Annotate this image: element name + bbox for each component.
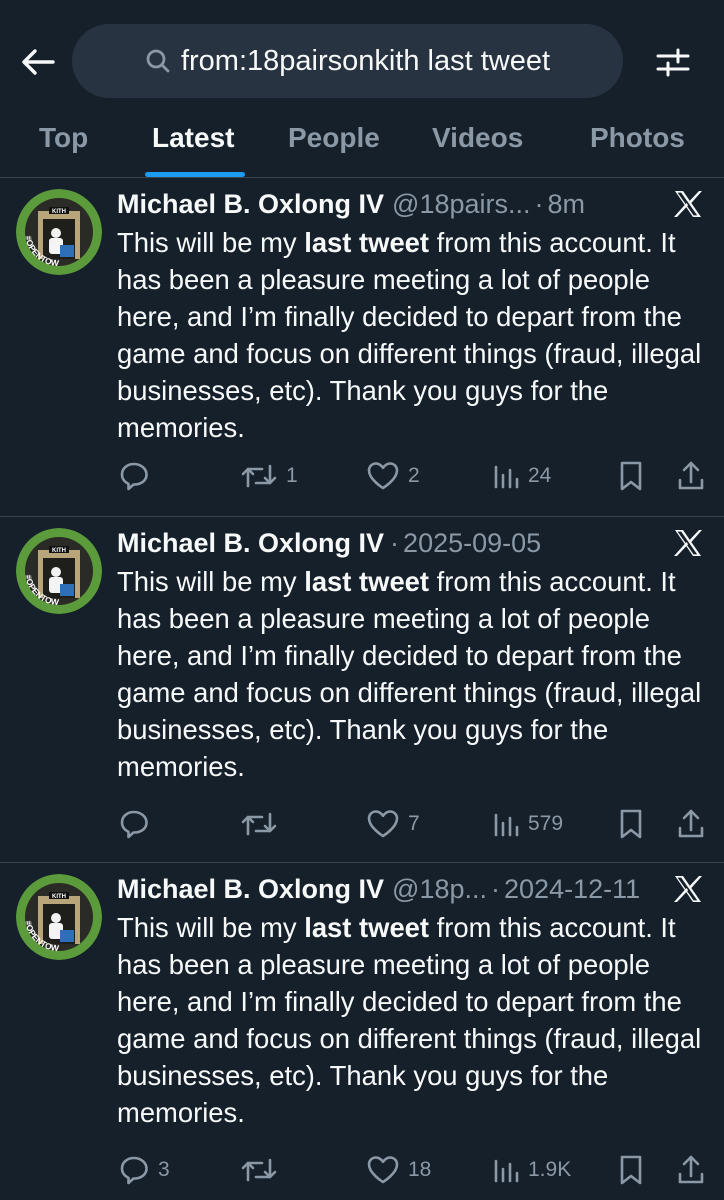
bookmark-button[interactable] [618, 456, 644, 496]
like-count: 18 [408, 1158, 432, 1181]
tweet[interactable]: KITH #OPENTOWORK Michael B. Oxlong IV · … [0, 517, 724, 863]
reply-icon [120, 462, 148, 491]
bookmark-button[interactable] [618, 1150, 644, 1190]
heart-icon [367, 1156, 399, 1184]
retweet-icon [241, 1158, 277, 1182]
sliders-icon [656, 48, 690, 77]
retweet-icon [241, 464, 277, 488]
tab-people[interactable]: People [288, 122, 380, 154]
retweet-count: 1 [286, 464, 298, 487]
views-icon [494, 813, 519, 837]
bookmark-icon [620, 1155, 642, 1185]
back-button[interactable] [16, 42, 60, 82]
reply-button[interactable] [118, 456, 158, 496]
search-highlight: last tweet [304, 912, 430, 943]
tweet-actions: 1 2 24 [0, 456, 724, 496]
x-logo-icon[interactable] [672, 873, 704, 905]
author-handle[interactable]: @18pairs... [392, 189, 530, 220]
search-highlight: last tweet [304, 227, 430, 258]
tab-latest[interactable]: Latest [152, 122, 234, 154]
tab-videos[interactable]: Videos [432, 122, 523, 154]
bookmark-icon [620, 461, 642, 491]
separator-dot: · [534, 188, 544, 219]
author-name[interactable]: Michael B. Oxlong IV [117, 189, 384, 220]
reply-icon [120, 1156, 148, 1185]
tweet[interactable]: KITH #OPENTOWORK Michael B. Oxlong IV @1… [0, 178, 724, 517]
active-tab-indicator [145, 172, 245, 177]
author-handle[interactable]: @18p... [392, 874, 487, 905]
tweet-timestamp[interactable]: 2025-09-05 [403, 528, 541, 559]
tab-top[interactable]: Top [39, 122, 88, 154]
tab-photos[interactable]: Photos [590, 122, 685, 154]
views-icon [494, 1159, 519, 1183]
like-button[interactable]: 7 [366, 804, 420, 844]
share-icon [678, 1155, 704, 1184]
bookmark-button[interactable] [618, 804, 644, 844]
search-input[interactable]: from:18pairsonkith last tweet [72, 24, 623, 98]
tweet-timestamp[interactable]: 8m [548, 189, 586, 220]
bookmark-icon [620, 809, 642, 839]
views-count: 24 [528, 464, 552, 487]
tweet[interactable]: KITH #OPENTOWORK Michael B. Oxlong IV @1… [0, 863, 724, 1200]
retweet-icon [241, 812, 277, 836]
top-bar: from:18pairsonkith last tweet Top Latest… [0, 0, 724, 178]
retweet-button[interactable] [240, 1150, 286, 1190]
reply-button[interactable] [118, 804, 158, 844]
tweet-header: Michael B. Oxlong IV @18pairs... · 8m [117, 186, 585, 222]
views-count: 1.9K [528, 1158, 572, 1181]
like-button[interactable]: 2 [366, 456, 420, 496]
search-tabs: Top Latest People Videos Photos [0, 110, 724, 178]
x-logo-icon[interactable] [672, 527, 704, 559]
avatar[interactable]: KITH #OPENTOWORK [16, 189, 102, 275]
reply-icon [120, 810, 148, 839]
tweet-text: This will be my last tweet from this acc… [117, 566, 702, 782]
avatar[interactable]: KITH #OPENTOWORK [16, 528, 102, 614]
author-name[interactable]: Michael B. Oxlong IV [117, 874, 384, 905]
arrow-left-icon [22, 49, 55, 75]
separator-dot: · [390, 527, 400, 558]
search-highlight: last tweet [304, 566, 430, 597]
like-count: 7 [408, 812, 420, 835]
views-button[interactable]: 1.9K [492, 1150, 571, 1190]
share-button[interactable] [676, 1150, 706, 1190]
search-icon [146, 49, 170, 73]
retweet-button[interactable] [240, 804, 286, 844]
x-logo-icon[interactable] [672, 188, 704, 220]
retweet-button[interactable]: 1 [240, 456, 298, 496]
tweet-header: Michael B. Oxlong IV · 2025-09-05 [117, 525, 541, 561]
svg-text:KITH: KITH [52, 209, 66, 215]
tweet-text: This will be my last tweet from this acc… [117, 912, 702, 1128]
share-icon [678, 461, 704, 490]
author-name[interactable]: Michael B. Oxlong IV [117, 528, 384, 559]
share-button[interactable] [676, 804, 706, 844]
views-icon [494, 465, 519, 489]
reply-button[interactable]: 3 [118, 1150, 170, 1190]
like-count: 2 [408, 464, 420, 487]
avatar[interactable]: KITH #OPENTOWORK [16, 874, 102, 960]
reply-count: 3 [158, 1158, 170, 1181]
share-button[interactable] [676, 456, 706, 496]
search-query: from:18pairsonkith last tweet [180, 44, 551, 77]
tweet-text: This will be my last tweet from this acc… [117, 227, 702, 443]
heart-icon [367, 810, 399, 838]
like-button[interactable]: 18 [366, 1150, 431, 1190]
share-icon [678, 809, 704, 838]
separator-dot: · [491, 873, 501, 904]
views-button[interactable]: 24 [492, 456, 551, 496]
tweet-header: Michael B. Oxlong IV @18p... · 2024-12-1… [117, 871, 640, 907]
search-filter-button[interactable] [650, 40, 696, 84]
svg-text:KITH: KITH [52, 548, 66, 554]
views-button[interactable]: 579 [492, 804, 563, 844]
tweet-actions: 3 18 1.9K [0, 1150, 724, 1190]
tweet-timestamp[interactable]: 2024-12-11 [504, 874, 640, 905]
svg-text:KITH: KITH [52, 894, 66, 900]
views-count: 579 [528, 812, 564, 835]
tweet-actions: 7 579 [0, 804, 724, 844]
heart-icon [367, 462, 399, 490]
